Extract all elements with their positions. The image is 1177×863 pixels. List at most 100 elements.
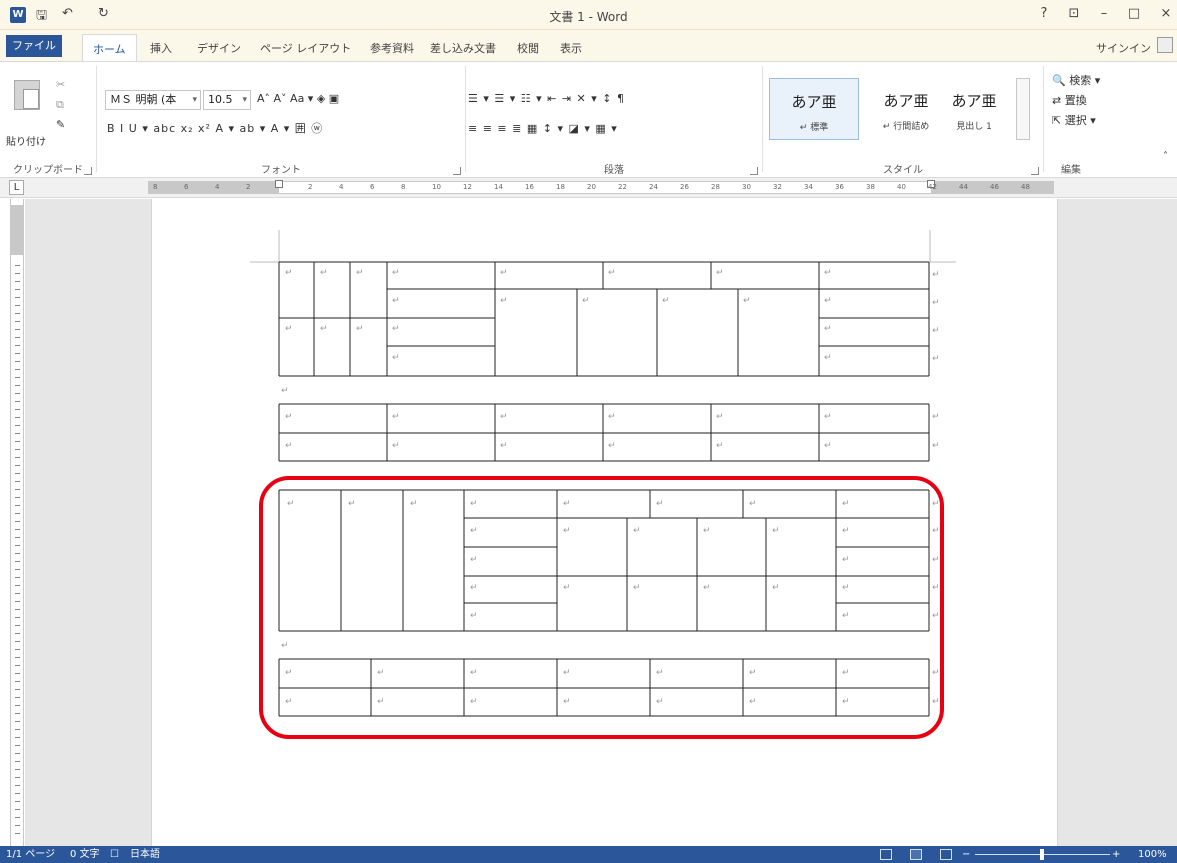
highlight-annotation — [259, 476, 944, 739]
ruler-tick — [15, 681, 20, 682]
ribbon-display-icon[interactable]: ⊡ — [1065, 6, 1083, 21]
copy-icon[interactable]: ⧉ — [56, 96, 64, 114]
ruler-tick — [15, 521, 20, 522]
collapse-ribbon-icon[interactable]: ˄ — [1163, 148, 1168, 166]
font-launcher-icon[interactable] — [453, 167, 461, 175]
ruler-tick-label: 46 — [990, 183, 999, 191]
ruler-tick — [15, 561, 20, 562]
ruler-tick — [15, 593, 20, 594]
tab-references[interactable]: 参考資料 — [370, 40, 414, 56]
ruler-tick — [15, 329, 20, 330]
ruler-tick — [15, 665, 20, 666]
zoom-level[interactable]: 100% — [1138, 846, 1167, 863]
status-bar: 1/1 ページ 0 文字 ☐ 日本語 − + 100% — [0, 846, 1177, 863]
ruler-tick — [15, 465, 20, 466]
font-size-field[interactable]: 10.5 ▾ — [203, 90, 251, 110]
paste-button-label[interactable]: 貼り付け — [6, 134, 46, 152]
paste-icon[interactable] — [14, 80, 40, 110]
tab-view[interactable]: 表示 — [560, 40, 582, 56]
page-indicator[interactable]: 1/1 ページ — [6, 846, 55, 863]
ruler-tick — [15, 305, 20, 306]
styles-launcher-icon[interactable] — [1031, 167, 1039, 175]
cut-icon[interactable]: ✂ — [56, 76, 65, 94]
signin-link[interactable]: サインイン — [1096, 40, 1151, 56]
ruler-tick-label: 14 — [494, 183, 503, 191]
tab-stop-selector[interactable]: L — [9, 180, 24, 195]
paragraph-tools-row2[interactable]: ≡ ≡ ≡ ≣ ▦ ↕ ▾ ◪ ▾ ▦ ▾ — [468, 120, 618, 138]
tab-review[interactable]: 校閲 — [517, 40, 539, 56]
ruler-tick — [15, 793, 20, 794]
font-name-field[interactable]: ＭＳ 明朝 (本 ▾ — [105, 90, 201, 110]
ruler-tick-label: 22 — [618, 183, 627, 191]
language-indicator[interactable]: 日本語 — [130, 846, 160, 863]
font-tools-row1[interactable]: A˄ A˅ Aa ▾ ◈ ▣ — [257, 90, 339, 108]
font-tools-row2[interactable]: B I U ▾ abc x₂ x² A ▾ ab ▾ A ▾ 囲 ⓦ — [107, 120, 323, 138]
proofing-icon[interactable]: ☐ — [110, 846, 119, 863]
clipboard-launcher-icon[interactable] — [84, 167, 92, 175]
find-button[interactable]: 🔍 検索 ▾ — [1052, 72, 1100, 90]
horizontal-ruler[interactable]: 8 6 4 2 2 4 6 8 10 12 14 16 18 20 22 24 26 28 30 32 34 36 38 40… — [148, 180, 1054, 194]
ruler-tick — [15, 785, 20, 786]
zoom-out-icon[interactable]: − — [962, 846, 970, 863]
styles-gallery-scrollbar[interactable] — [1016, 78, 1030, 140]
ruler-tick — [15, 345, 20, 346]
tab-file[interactable]: ファイル — [6, 35, 62, 57]
ruler-tick-label: 30 — [742, 183, 751, 191]
vertical-ruler[interactable] — [10, 199, 24, 846]
print-layout-icon[interactable] — [910, 849, 922, 860]
select-button[interactable]: ⇱ 選択 ▾ — [1052, 112, 1096, 130]
ruler-tick — [15, 441, 20, 442]
ruler-tick — [15, 529, 20, 530]
style-heading-1[interactable]: あア亜 見出し 1 — [933, 78, 1015, 140]
ruler-tick-label: 4 — [215, 183, 220, 191]
ruler-tick-label: 48 — [1021, 183, 1030, 191]
ruler-tick — [15, 505, 20, 506]
tab-insert[interactable]: 挿入 — [150, 40, 172, 56]
word-count[interactable]: 0 文字 — [70, 846, 100, 863]
tab-mailings[interactable]: 差し込み文書 — [430, 40, 496, 56]
zoom-in-icon[interactable]: + — [1112, 846, 1120, 863]
ruler-tick — [15, 633, 20, 634]
tab-home[interactable]: ホーム — [82, 34, 137, 62]
vruler-margin-top — [11, 205, 23, 255]
paragraph-launcher-icon[interactable] — [750, 167, 758, 175]
ruler-tick — [15, 577, 20, 578]
ruler-tick — [15, 537, 20, 538]
ruler-tick — [15, 801, 20, 802]
replace-button[interactable]: ⇄ 置換 — [1052, 92, 1087, 110]
ruler-tick-label: 2 — [308, 183, 313, 191]
ruler-tick-label: 36 — [835, 183, 844, 191]
format-painter-icon[interactable]: ✎ — [56, 116, 65, 134]
read-mode-icon[interactable] — [880, 849, 892, 860]
ruler-tick — [15, 369, 20, 370]
close-button[interactable]: × — [1157, 6, 1175, 21]
ruler-tick-label: 34 — [804, 183, 813, 191]
styles-group: あア亜 ↵ 標準 あア亜 ↵ 行間詰め あア亜 見出し 1 スタイル — [763, 62, 1043, 178]
ruler-tick-label: 8 — [153, 183, 158, 191]
ruler-tick-label: 40 — [897, 183, 906, 191]
ruler-tick — [15, 401, 20, 402]
web-layout-icon[interactable] — [940, 849, 952, 860]
ruler-tick — [15, 457, 20, 458]
ruler-tick-label: 26 — [680, 183, 689, 191]
maximize-button[interactable]: □ — [1125, 6, 1143, 21]
zoom-slider-thumb[interactable] — [1040, 849, 1044, 860]
tab-page-layout[interactable]: ページ レイアウト — [260, 40, 351, 56]
clipboard-group-label: クリップボード — [13, 165, 83, 176]
minimize-button[interactable]: – — [1095, 6, 1113, 21]
tab-design[interactable]: デザイン — [197, 40, 241, 56]
ruler-tick — [15, 513, 20, 514]
ruler-tick — [15, 433, 20, 434]
first-line-indent-handle[interactable] — [275, 180, 283, 188]
avatar[interactable] — [1157, 37, 1173, 53]
ruler-tick — [15, 809, 20, 810]
style-normal[interactable]: あア亜 ↵ 標準 — [769, 78, 859, 140]
ruler-tick — [15, 473, 20, 474]
ruler-tick — [15, 729, 20, 730]
ruler-tick — [15, 313, 20, 314]
font-group-label: フォント — [261, 165, 301, 176]
ruler-tick-label: 12 — [463, 183, 472, 191]
paragraph-tools-row1[interactable]: ☰ ▾ ☰ ▾ ☷ ▾ ⇤ ⇥ ✕ ▾ ↕ ¶ — [468, 90, 625, 108]
ruler-tick-label: 32 — [773, 183, 782, 191]
help-icon[interactable]: ? — [1035, 6, 1053, 21]
